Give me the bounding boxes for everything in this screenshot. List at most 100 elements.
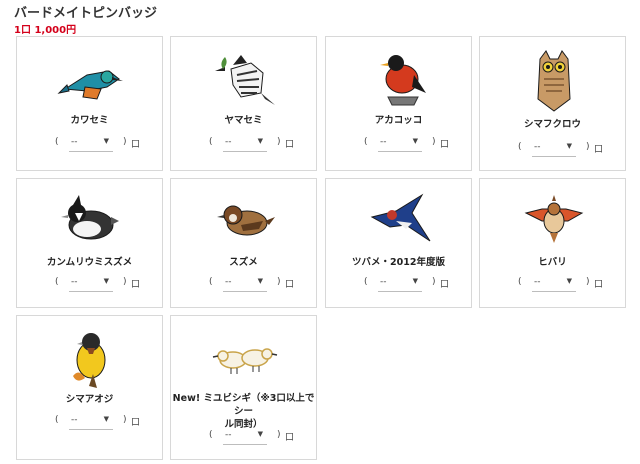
product-card-yamasemi: ヤマセミ ( -- ▼ ) 口 [170, 36, 317, 171]
paren-close: ) [123, 137, 127, 147]
unit-label: 口 [440, 280, 450, 290]
unit-label: 口 [131, 280, 141, 290]
unit-label: 口 [440, 140, 450, 150]
swallow-pin-icon [366, 191, 434, 249]
paren-close: ) [432, 137, 436, 147]
quantity-select[interactable]: -- ▼ [69, 137, 113, 152]
quantity-value: -- [225, 137, 232, 147]
product-name: New! ミユビシギ（※3口以上でシー ル同封） [171, 392, 316, 431]
paren-close: ) [277, 430, 281, 440]
quantity-row: ( -- ▼ ) 口 [171, 277, 316, 292]
paren-close: ) [123, 415, 127, 425]
quantity-value: -- [225, 277, 232, 287]
quantity-row: ( -- ▼ ) 口 [17, 277, 162, 292]
paren-open: ( [55, 277, 59, 287]
price-label: 1口 1,000円 [14, 25, 77, 36]
product-name: スズメ [229, 257, 258, 268]
quantity-select[interactable]: -- ▼ [223, 277, 267, 292]
product-name: ヒバリ [538, 257, 567, 268]
quantity-row: ( -- ▼ ) 口 [17, 137, 162, 152]
chevron-down-icon: ▼ [566, 277, 572, 285]
paren-close: ) [123, 277, 127, 287]
quantity-select[interactable]: -- ▼ [223, 137, 267, 152]
paren-close: ) [277, 137, 281, 147]
quantity-select[interactable]: -- ▼ [378, 277, 422, 292]
quantity-row: ( -- ▼ ) 口 [171, 137, 316, 152]
paren-open: ( [209, 277, 213, 287]
quantity-value: -- [71, 137, 78, 147]
product-card-shimafukurou: シマフクロウ ( -- ▼ ) 口 [479, 36, 626, 171]
paren-close: ) [277, 277, 281, 287]
quantity-row: ( -- ▼ ) 口 [17, 415, 162, 430]
chevron-down-icon: ▼ [257, 430, 263, 438]
quantity-select[interactable]: -- ▼ [69, 277, 113, 292]
product-card-kanmuriumisuzume: カンムリウミスズメ ( -- ▼ ) 口 [16, 178, 163, 308]
quantity-value: -- [71, 277, 78, 287]
yellow-breasted-bunting-pin-icon [57, 326, 125, 390]
product-name: カワセミ [70, 115, 109, 126]
quantity-select[interactable]: -- ▼ [223, 430, 267, 445]
quantity-row: ( -- ▼ ) 口 [480, 277, 625, 292]
chevron-down-icon: ▼ [257, 137, 263, 145]
sparrow-pin-icon [211, 191, 279, 249]
paren-open: ( [209, 430, 213, 440]
product-name: アカコッコ [374, 115, 423, 126]
chevron-down-icon: ▼ [412, 137, 418, 145]
paren-open: ( [364, 137, 368, 147]
product-card-shimaaoji: シマアオジ ( -- ▼ ) 口 [16, 315, 163, 460]
product-name: シマアオジ [65, 394, 114, 405]
paren-open: ( [364, 277, 368, 287]
izu-thrush-pin-icon [366, 49, 434, 107]
quantity-value: -- [225, 430, 232, 440]
chevron-down-icon: ▼ [257, 277, 263, 285]
unit-label: 口 [131, 140, 141, 150]
paren-close: ) [586, 277, 590, 287]
paren-open: ( [55, 137, 59, 147]
quantity-select[interactable]: -- ▼ [532, 277, 576, 292]
paren-open: ( [209, 137, 213, 147]
product-name: ヤマセミ [224, 115, 263, 126]
paren-close: ) [586, 142, 590, 152]
chevron-down-icon: ▼ [103, 415, 109, 423]
unit-label: 口 [285, 140, 295, 150]
quantity-select[interactable]: -- ▼ [69, 415, 113, 430]
product-name: カンムリウミスズメ [46, 257, 133, 268]
paren-close: ) [432, 277, 436, 287]
quantity-value: -- [71, 415, 78, 425]
product-card-kawasemi: カワセミ ( -- ▼ ) 口 [16, 36, 163, 171]
sanderling-pin-icon [211, 338, 279, 378]
product-card-suzume: スズメ ( -- ▼ ) 口 [170, 178, 317, 308]
product-card-miyubishigi: New! ミユビシギ（※3口以上でシー ル同封） ( -- ▼ ) 口 [170, 315, 317, 460]
quantity-row: ( -- ▼ ) 口 [326, 137, 471, 152]
product-card-hibari: ヒバリ ( -- ▼ ) 口 [479, 178, 626, 308]
blakistons-fish-owl-pin-icon [520, 49, 588, 115]
quantity-value: -- [380, 277, 387, 287]
quantity-value: -- [534, 277, 541, 287]
unit-label: 口 [285, 280, 295, 290]
skylark-pin-icon [520, 191, 588, 249]
product-card-tsubame: ツバメ・2012年度版 ( -- ▼ ) 口 [325, 178, 472, 308]
quantity-value: -- [380, 137, 387, 147]
product-name: ツバメ・2012年度版 [352, 257, 445, 268]
chevron-down-icon: ▼ [103, 137, 109, 145]
paren-open: ( [518, 277, 522, 287]
product-card-akakokko: アカコッコ ( -- ▼ ) 口 [325, 36, 472, 171]
quantity-select[interactable]: -- ▼ [532, 142, 576, 157]
quantity-select[interactable]: -- ▼ [378, 137, 422, 152]
product-name: シマフクロウ [523, 119, 581, 130]
chevron-down-icon: ▼ [566, 142, 572, 150]
product-name-line1: New! ミユビシギ（※3口以上でシー [172, 393, 315, 417]
unit-label: 口 [131, 418, 141, 428]
unit-label: 口 [285, 433, 295, 443]
crested-murrelet-pin-icon [57, 191, 125, 249]
crested-kingfisher-pin-icon [211, 49, 279, 107]
unit-label: 口 [594, 145, 604, 155]
quantity-row: ( -- ▼ ) 口 [326, 277, 471, 292]
page-title: バードメイトピンバッジ [14, 6, 158, 21]
chevron-down-icon: ▼ [412, 277, 418, 285]
product-name-line2: ル同封） [224, 419, 263, 430]
quantity-row: ( -- ▼ ) 口 [480, 142, 625, 157]
quantity-value: -- [534, 142, 541, 152]
paren-open: ( [518, 142, 522, 152]
kingfisher-pin-icon [57, 49, 125, 107]
